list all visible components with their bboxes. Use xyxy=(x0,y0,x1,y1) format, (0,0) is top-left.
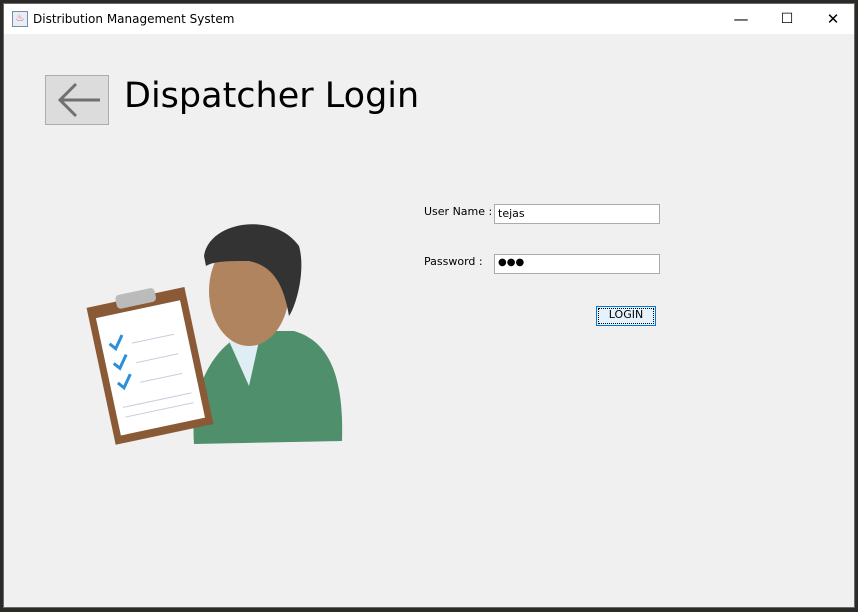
close-button[interactable]: ✕ xyxy=(810,4,856,34)
dispatcher-illustration xyxy=(86,224,343,445)
back-button[interactable] xyxy=(45,75,109,125)
title-bar: ♨ Distribution Management System — ☐ ✕ xyxy=(4,4,854,34)
minimize-button[interactable]: — xyxy=(718,4,764,34)
username-input[interactable]: tejas xyxy=(494,204,660,224)
username-label: User Name : xyxy=(424,205,493,218)
page-title: Dispatcher Login xyxy=(124,76,420,116)
arrow-left-icon xyxy=(57,82,100,118)
password-label: Password : xyxy=(424,255,483,268)
password-input[interactable]: ●●● xyxy=(494,254,660,274)
app-window: ♨ Distribution Management System — ☐ ✕ D… xyxy=(3,3,855,608)
maximize-button[interactable]: ☐ xyxy=(764,4,810,34)
login-button[interactable]: LOGIN xyxy=(596,306,656,326)
java-icon: ♨ xyxy=(12,11,28,27)
window-title: Distribution Management System xyxy=(33,12,235,26)
